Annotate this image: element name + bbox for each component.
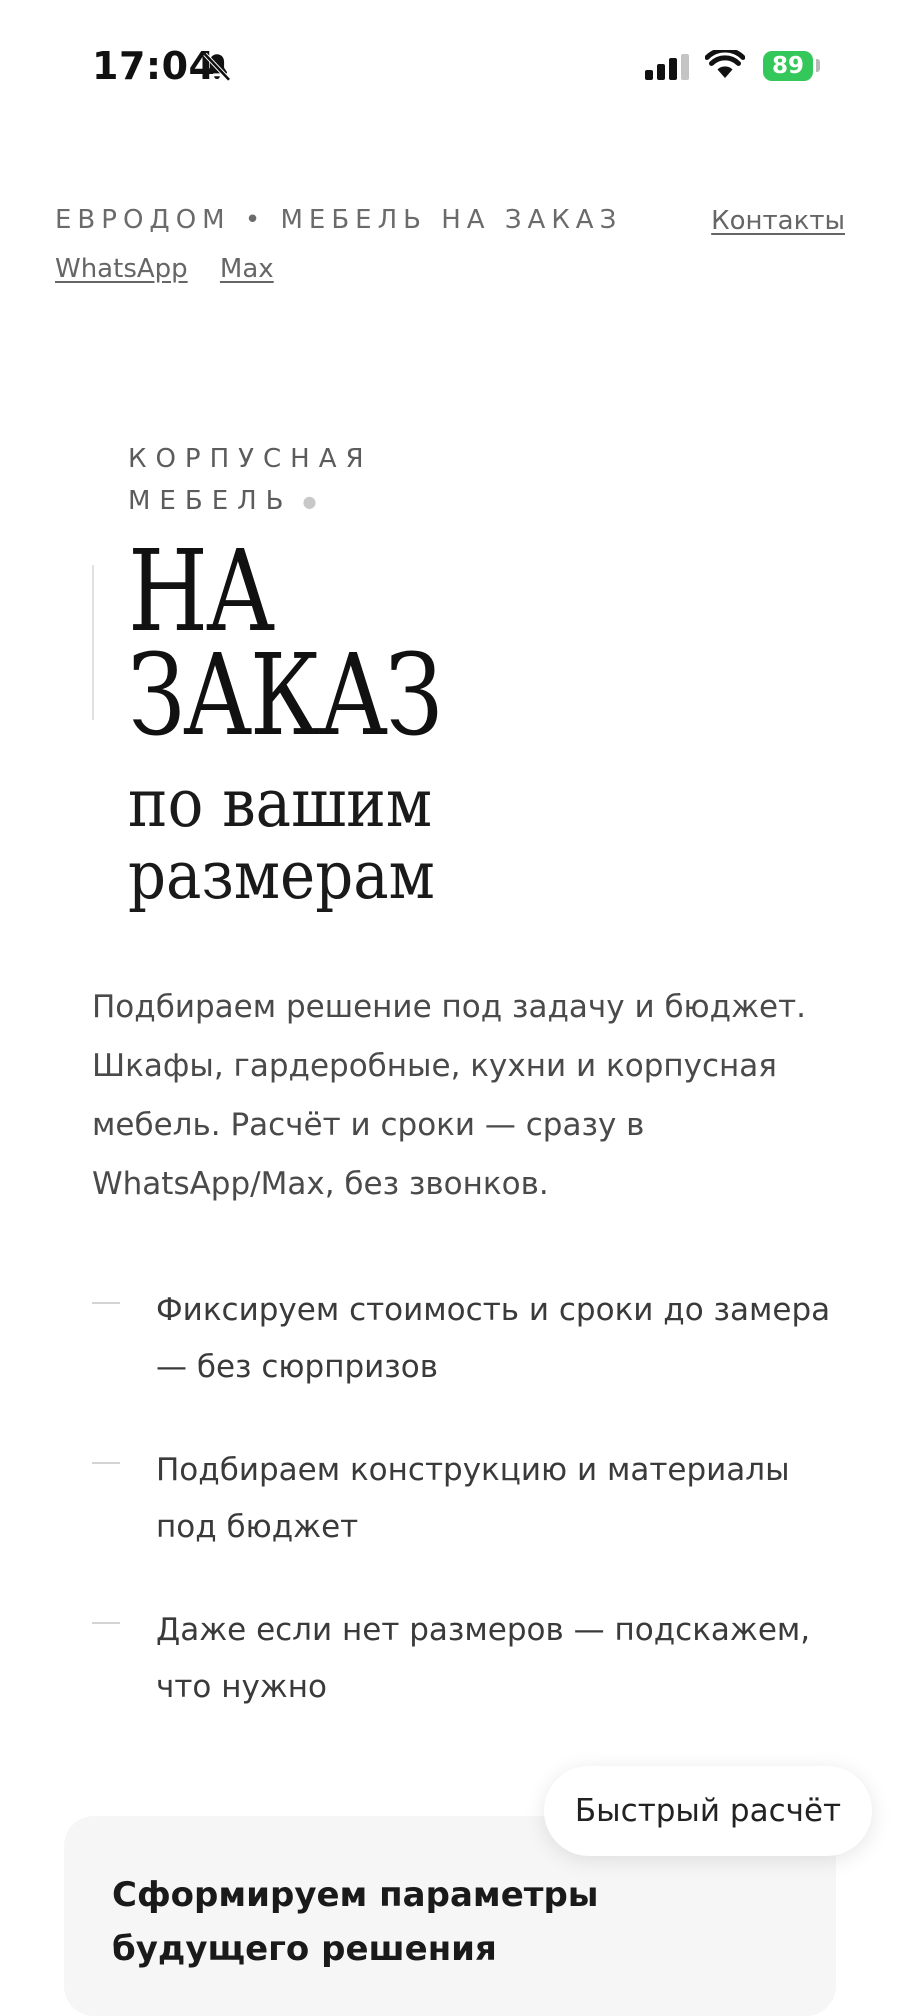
dash-icon: [92, 1462, 120, 1464]
messenger-links: WhatsApp Max: [55, 254, 298, 284]
whatsapp-link[interactable]: WhatsApp: [55, 254, 188, 284]
hero-subtitle: по вашим размерам: [128, 768, 435, 912]
cellular-signal-icon: [645, 54, 689, 80]
hero-title-line-2: ЗАКАЗ: [128, 631, 443, 761]
feature-list: Фиксируем стоимость и сроки до замера — …: [92, 1282, 832, 1762]
contacts-link[interactable]: Контакты: [711, 206, 845, 236]
eyebrow-line-2: МЕБЕЛЬ ●: [128, 480, 428, 523]
list-item: Подбираем конструкцию и материалы под бю…: [92, 1442, 832, 1556]
hero-divider: [92, 565, 94, 720]
hero-title-line-1: НА: [128, 527, 275, 657]
eyebrow-line-1: КОРПУСНАЯ: [128, 444, 373, 474]
feature-text: Фиксируем стоимость и сроки до замера — …: [156, 1292, 831, 1385]
card-title: Сформируем параметры будущего решения: [112, 1875, 599, 1969]
dot-icon: ●: [302, 491, 317, 511]
battery-cap: [816, 59, 820, 72]
list-item: Фиксируем стоимость и сроки до замера — …: [92, 1282, 832, 1396]
feature-text: Даже если нет размеров — подскажем, что …: [156, 1612, 811, 1705]
feature-text: Подбираем конструкцию и материалы под бю…: [156, 1452, 790, 1545]
brand-name: ЕВРОДОМ • МЕБЕЛЬ НА ЗАКАЗ: [55, 205, 623, 235]
max-link[interactable]: Max: [220, 254, 274, 284]
hero-eyebrow: КОРПУСНАЯ МЕБЕЛЬ ●: [128, 438, 428, 523]
intro-text: Подбираем решение под задачу и бюджет. Ш…: [92, 989, 806, 1202]
status-bar: 17:04 89: [0, 0, 900, 130]
status-time: 17:04: [92, 44, 216, 88]
battery-level: 89: [771, 53, 804, 79]
bell-slash-icon: [203, 52, 231, 82]
hero-subtitle-line-2: размерам: [128, 837, 435, 914]
dash-icon: [92, 1302, 120, 1304]
quick-calc-button[interactable]: Быстрый расчёт: [544, 1766, 872, 1856]
battery-icon: 89: [763, 51, 813, 81]
eyebrow-line-2-text: МЕБЕЛЬ: [128, 486, 293, 516]
list-item: Даже если нет размеров — подскажем, что …: [92, 1602, 832, 1716]
dash-icon: [92, 1622, 120, 1624]
hero-title: НА ЗАКАЗ: [128, 527, 443, 761]
wifi-icon: [705, 50, 745, 78]
hero-subtitle-line-1: по вашим: [128, 765, 433, 842]
